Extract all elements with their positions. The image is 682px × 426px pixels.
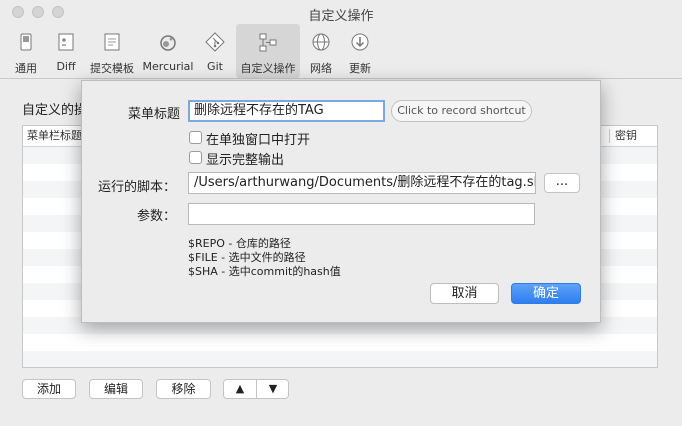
tab-custom-actions[interactable]: 自定义操作 [236,24,300,78]
mercurial-icon [157,31,179,53]
window-title: 自定义操作 [308,9,374,24]
git-icon [204,31,226,53]
parameters-label: 参数： [136,209,176,224]
full-output-checkbox[interactable] [189,151,202,164]
preferences-toolbar: 通用 Diff 提交模板 Mercurial Git 自定义操作 网络 更新 [0,24,682,79]
separate-window-label: 在单独窗口中打开 [206,133,311,148]
tab-label: 自定义操作 [240,62,296,75]
menu-title-input[interactable]: 删除远程不存在的TAG [188,100,385,122]
title-bar: 自定义操作 [0,0,682,24]
record-shortcut-button[interactable]: Click to record shortcut [391,100,532,122]
tab-label: 更新 [349,62,371,75]
column-divider [609,129,610,143]
tab-mercurial[interactable]: Mercurial [141,24,195,78]
browse-button[interactable]: ... [544,173,580,193]
custom-actions-icon [257,31,279,53]
tab-general[interactable]: 通用 [6,24,46,78]
edit-custom-action-sheet: 菜单标题 删除远程不存在的TAG Click to record shortcu… [81,80,601,323]
script-path-input[interactable]: /Users/arthurwang/Documents/删除远程不存在的tag.… [188,172,536,194]
tab-label: 网络 [310,62,332,75]
commit-template-icon [101,31,123,53]
tab-git[interactable]: Git [198,24,232,78]
parameters-input[interactable] [188,203,535,225]
tab-diff[interactable]: Diff [48,24,84,78]
separate-window-checkbox[interactable] [189,131,202,144]
remove-button[interactable]: 移除 [156,379,211,399]
column-header-menu-title[interactable]: 菜单栏标题 [27,126,82,146]
move-up-button[interactable]: ▲ [224,380,256,398]
tab-update[interactable]: 更新 [343,24,377,78]
table-row[interactable] [23,334,657,351]
tab-network[interactable]: 网络 [304,24,338,78]
table-row[interactable] [23,351,657,367]
script-label: 运行的脚本： [97,180,176,195]
move-down-button[interactable]: ▼ [257,380,288,398]
cancel-button[interactable]: 取消 [430,283,499,304]
ok-button[interactable]: 确定 [511,283,581,304]
reorder-segmented-control: ▲ ▼ [223,379,289,399]
hint-sha: $SHA - 选中commit的hash值 [188,265,341,278]
add-button[interactable]: 添加 [22,379,76,399]
update-icon [349,31,371,53]
tab-label: Git [207,60,223,73]
diff-icon [55,31,77,53]
network-icon [310,31,332,53]
menu-title-label: 菜单标题 [127,107,180,122]
tab-label: 通用 [15,62,37,75]
column-header-shortcut[interactable]: 密钥 [615,126,637,146]
tab-label: Mercurial [142,60,194,73]
switch-icon [15,31,37,53]
full-output-label: 显示完整输出 [206,153,285,168]
tab-label: Diff [56,60,76,73]
edit-button[interactable]: 编辑 [89,379,143,399]
tab-label: 提交模板 [90,62,134,75]
tab-commit-template[interactable]: 提交模板 [86,24,138,78]
